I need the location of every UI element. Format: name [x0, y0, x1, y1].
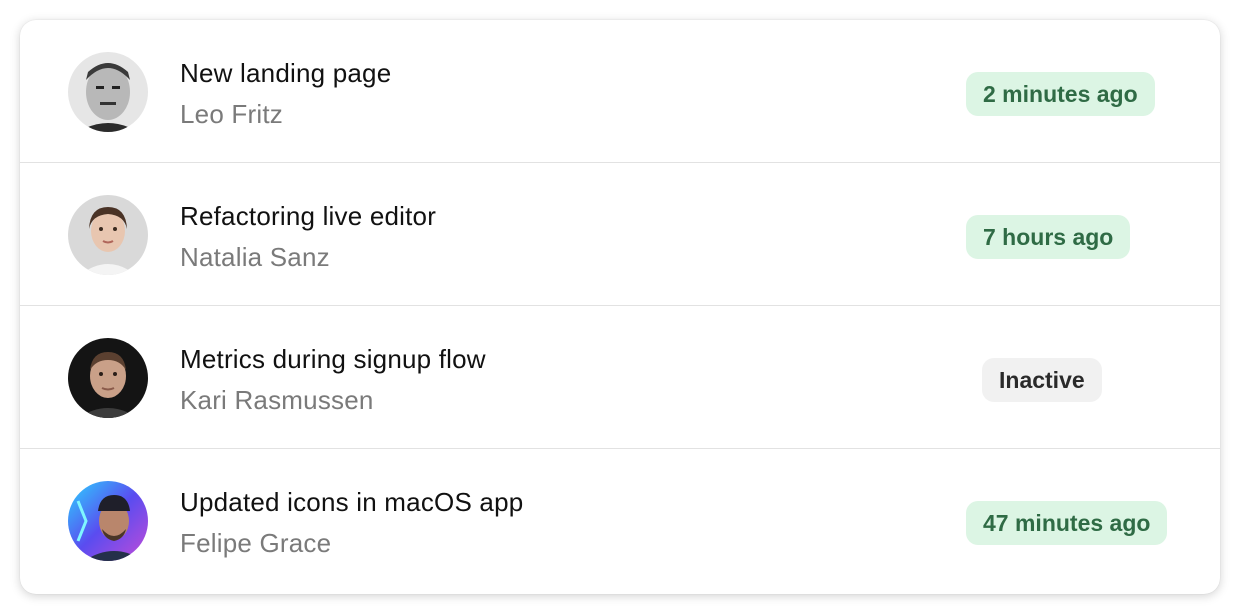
item-author: Leo Fritz	[180, 99, 283, 129]
item-title: Updated icons in macOS app	[180, 487, 524, 517]
status-badge: 47 minutes ago	[966, 501, 1168, 545]
avatar	[68, 338, 148, 418]
item-author: Kari Rasmussen	[180, 385, 374, 415]
avatar-image	[68, 338, 148, 418]
item-title: New landing page	[180, 58, 392, 88]
status-badge: 7 hours ago	[966, 215, 1131, 259]
avatar	[68, 481, 148, 561]
item-title: Metrics during signup flow	[180, 344, 486, 374]
status-badge: 2 minutes ago	[966, 72, 1155, 116]
list-item[interactable]: New landing page Leo Fritz 2 minutes ago	[20, 20, 1220, 163]
avatar	[68, 52, 148, 132]
avatar	[68, 195, 148, 275]
list-item[interactable]: Refactoring live editor Natalia Sanz 7 h…	[20, 163, 1220, 306]
avatar-image	[68, 52, 148, 132]
avatar-image	[68, 195, 148, 275]
item-author: Natalia Sanz	[180, 242, 330, 272]
list-item[interactable]: Updated icons in macOS app Felipe Grace …	[20, 449, 1220, 594]
list-item[interactable]: Metrics during signup flow Kari Rasmusse…	[20, 306, 1220, 449]
status-badge: Inactive	[982, 358, 1102, 402]
item-author: Felipe Grace	[180, 528, 332, 558]
avatar-image	[68, 481, 148, 561]
activity-list-card: New landing page Leo Fritz 2 minutes ago…	[20, 20, 1220, 594]
item-title: Refactoring live editor	[180, 201, 437, 231]
